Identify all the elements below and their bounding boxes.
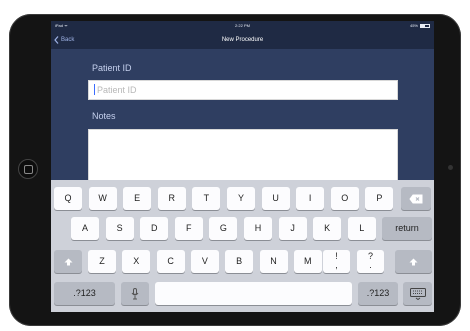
key-row1-2[interactable]: E: [123, 187, 152, 210]
key-row1-6[interactable]: U: [261, 187, 290, 210]
backspace-icon: [409, 194, 423, 204]
key-exclamation[interactable]: ! ,: [323, 250, 350, 273]
key-row3-3[interactable]: V: [190, 250, 219, 273]
key-row3-6[interactable]: M: [293, 250, 322, 273]
home-square-icon: [24, 165, 33, 174]
camera-dot: [448, 165, 453, 170]
key-row1-3[interactable]: R: [157, 187, 186, 210]
key-row3-5[interactable]: N: [259, 250, 288, 273]
patient-id-placeholder: Patient ID: [97, 85, 137, 95]
numbers-key-right[interactable]: .?123: [358, 282, 398, 305]
on-screen-keyboard: QWERTYUIOP ASDFGHJKL return ZXCVBNM ! , …: [51, 180, 434, 312]
key-row1-4[interactable]: T: [192, 187, 221, 210]
shift-arrow-icon: [64, 258, 72, 266]
keyboard-dismiss-icon: [409, 287, 426, 300]
key-row2-2[interactable]: D: [140, 217, 169, 240]
key-row1-9[interactable]: P: [365, 187, 394, 210]
space-bar[interactable]: [155, 282, 352, 305]
text-caret: [94, 84, 95, 95]
delete-key[interactable]: [401, 187, 431, 210]
dictation-key[interactable]: [121, 282, 149, 305]
key-row1-1[interactable]: W: [88, 187, 117, 210]
key-row2-6[interactable]: J: [278, 217, 307, 240]
battery-percent: 45%: [409, 23, 418, 28]
key-row2-3[interactable]: F: [174, 217, 203, 240]
notes-label: Notes: [92, 111, 116, 121]
key-row2-0[interactable]: A: [71, 217, 99, 240]
key-row1-5[interactable]: Y: [227, 187, 255, 210]
shift-arrow-icon: [409, 258, 418, 266]
navigation-bar: Back New Procedure: [51, 31, 434, 49]
microphone-icon: [131, 287, 139, 300]
key-row3-0[interactable]: Z: [88, 250, 116, 273]
key-row2-5[interactable]: H: [244, 217, 272, 240]
page-title: New Procedure: [221, 37, 264, 43]
key-row1-8[interactable]: O: [330, 187, 359, 210]
hide-keyboard-key[interactable]: [403, 282, 432, 305]
numbers-key-left[interactable]: .?123: [54, 282, 115, 305]
key-row2-8[interactable]: L: [347, 217, 376, 240]
key-row3-1[interactable]: X: [122, 250, 151, 273]
status-bar: iPad ᯤ 2:22 PM 45%: [51, 21, 434, 31]
key-row2-4[interactable]: G: [209, 217, 238, 240]
key-row1-0[interactable]: Q: [54, 187, 82, 210]
return-key[interactable]: return: [382, 217, 432, 240]
patient-id-input[interactable]: Patient ID: [88, 80, 398, 100]
key-row2-7[interactable]: K: [313, 217, 342, 240]
home-button[interactable]: [18, 159, 38, 179]
status-time: 2:22 PM: [235, 23, 250, 28]
shift-key-left[interactable]: [54, 250, 82, 273]
battery-icon: [420, 24, 430, 28]
key-question[interactable]: ? .: [357, 250, 384, 273]
key-row1-7[interactable]: I: [296, 187, 325, 210]
battery-indicator: 45%: [410, 21, 430, 31]
key-row3-2[interactable]: C: [156, 250, 185, 273]
shift-key-right[interactable]: [395, 250, 432, 273]
key-row2-1[interactable]: S: [105, 217, 134, 240]
key-row3-4[interactable]: B: [225, 250, 254, 273]
patient-id-label: Patient ID: [92, 63, 132, 73]
